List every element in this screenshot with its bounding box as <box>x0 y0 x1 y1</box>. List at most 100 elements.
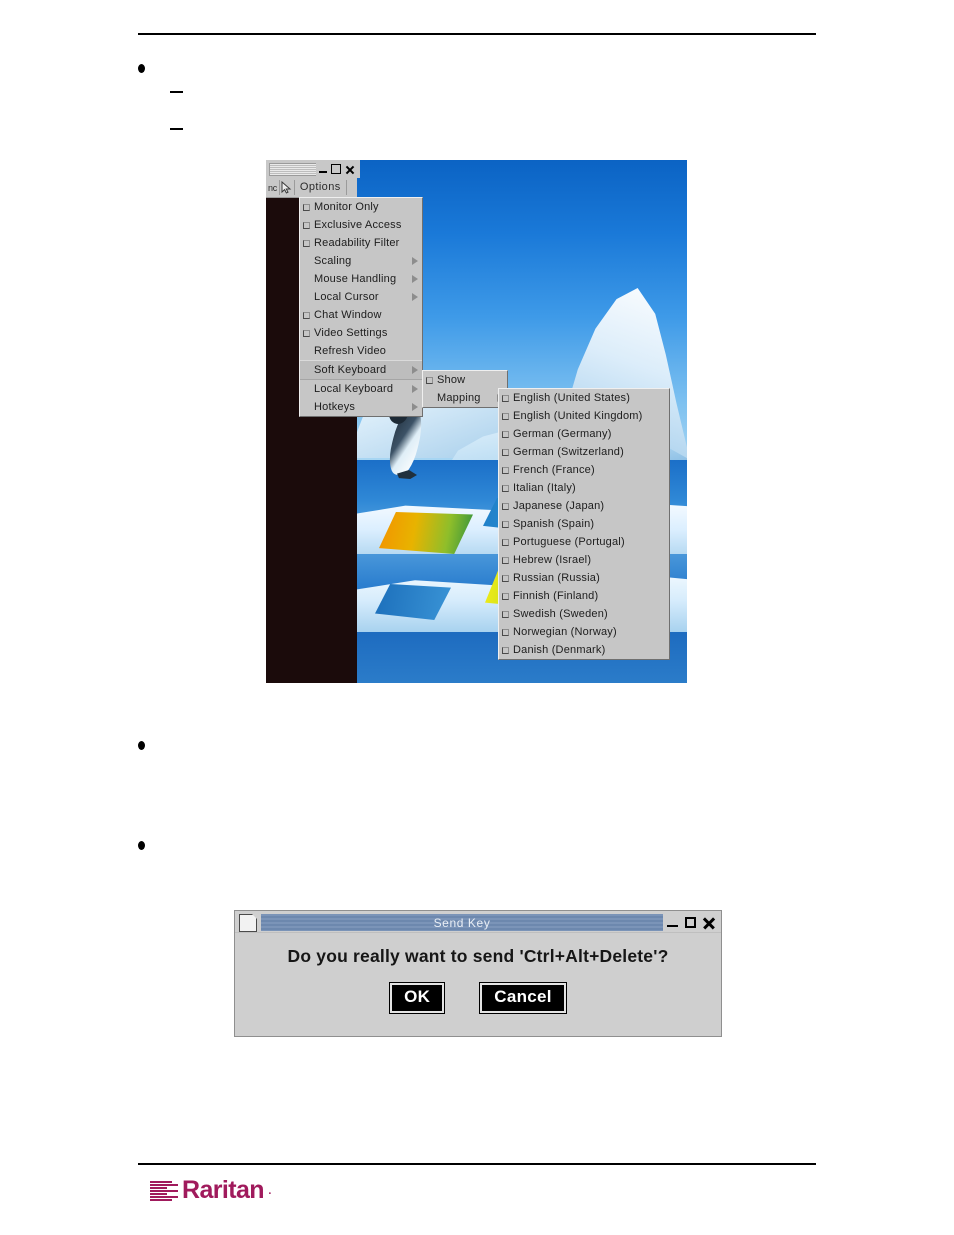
language-item-13[interactable]: Norwegian (Norway) <box>499 623 669 641</box>
options-menu-item-11[interactable]: Hotkeys <box>300 398 422 416</box>
options-menu-button[interactable]: Options <box>293 180 347 195</box>
options-menu-item-10[interactable]: Local Keyboard <box>300 380 422 398</box>
language-item-9[interactable]: Hebrew (Israel) <box>499 551 669 569</box>
checkbox-icon[interactable] <box>502 448 509 456</box>
menu-indent-spacer <box>303 294 310 301</box>
language-item-14[interactable]: Danish (Denmark) <box>499 641 669 659</box>
checkbox-icon[interactable] <box>502 520 509 528</box>
sub-dash-marker <box>170 91 183 93</box>
menu-item-label: English (United States) <box>513 392 631 404</box>
minimize-icon[interactable] <box>667 924 678 928</box>
maximize-icon[interactable] <box>685 917 696 928</box>
menu-item-label: Mouse Handling <box>314 273 397 285</box>
close-icon[interactable] <box>345 165 354 174</box>
checkbox-icon[interactable] <box>303 239 310 247</box>
language-item-3[interactable]: German (Switzerland) <box>499 443 669 461</box>
checkbox-icon[interactable] <box>502 610 509 618</box>
submenu-arrow-icon <box>412 385 418 393</box>
language-item-2[interactable]: German (Germany) <box>499 425 669 443</box>
raritan-logo-icon <box>150 1180 178 1201</box>
keyboard-mapping-language-menu[interactable]: English (United States) English (United K… <box>498 388 670 660</box>
minimize-icon[interactable] <box>319 171 327 173</box>
menu-indent-spacer <box>303 404 310 411</box>
ok-button[interactable]: OK <box>389 982 446 1014</box>
header-rule <box>138 33 816 35</box>
checkbox-icon[interactable] <box>502 556 509 564</box>
menu-item-label: Monitor Only <box>314 201 379 213</box>
menubar-truncated-label: nc <box>268 182 277 193</box>
submenu-arrow-icon <box>412 257 418 265</box>
checkbox-icon[interactable] <box>303 203 310 211</box>
checkbox-icon[interactable] <box>502 646 509 654</box>
maximize-icon[interactable] <box>331 164 341 174</box>
dialog-message: Do you really want to send 'Ctrl+Alt+Del… <box>287 946 669 966</box>
menu-item-label: Russian (Russia) <box>513 572 600 584</box>
options-menu-item-3[interactable]: Scaling <box>300 252 422 270</box>
soft-keyboard-item-1[interactable]: Mapping <box>423 389 507 407</box>
soft-keyboard-item-0[interactable]: Show <box>423 371 507 389</box>
checkbox-icon[interactable] <box>303 221 310 229</box>
menu-item-label: Hebrew (Israel) <box>513 554 592 566</box>
menu-item-label: Hotkeys <box>314 401 356 413</box>
menu-item-label: Readability Filter <box>314 237 400 249</box>
options-menu-item-6[interactable]: Chat Window <box>300 306 422 324</box>
window-icon <box>239 913 257 932</box>
options-menu-item-5[interactable]: Local Cursor <box>300 288 422 306</box>
language-item-4[interactable]: French (France) <box>499 461 669 479</box>
checkbox-icon[interactable] <box>303 311 310 319</box>
checkbox-icon[interactable] <box>502 538 509 546</box>
language-item-12[interactable]: Swedish (Sweden) <box>499 605 669 623</box>
checkbox-icon[interactable] <box>426 376 433 384</box>
menu-item-label: Spanish (Spain) <box>513 518 595 530</box>
language-item-8[interactable]: Portuguese (Portugal) <box>499 533 669 551</box>
checkbox-icon[interactable] <box>502 592 509 600</box>
options-menu-item-9[interactable]: Soft Keyboard <box>300 360 422 380</box>
cancel-button[interactable]: Cancel <box>479 982 567 1014</box>
sub-dash-marker <box>170 128 183 130</box>
dialog-title-bar: Send Key <box>235 911 721 933</box>
dialog-window-controls[interactable] <box>667 917 717 929</box>
document-page: nc Options Monitor Only Exclusive Access R… <box>0 0 954 1235</box>
menu-indent-spacer <box>303 386 310 393</box>
checkbox-icon[interactable] <box>502 430 509 438</box>
kvm-client-screenshot: nc Options Monitor Only Exclusive Access R… <box>266 160 687 683</box>
kvm-window-controls[interactable] <box>316 160 360 178</box>
language-item-7[interactable]: Spanish (Spain) <box>499 515 669 533</box>
checkbox-icon[interactable] <box>502 502 509 510</box>
checkbox-icon[interactable] <box>502 394 509 402</box>
options-menu-item-0[interactable]: Monitor Only <box>300 198 422 216</box>
language-item-6[interactable]: Japanese (Japan) <box>499 497 669 515</box>
options-menu-item-8[interactable]: Refresh Video <box>300 342 422 360</box>
language-item-11[interactable]: Finnish (Finland) <box>499 587 669 605</box>
language-item-10[interactable]: Russian (Russia) <box>499 569 669 587</box>
language-item-0[interactable]: English (United States) <box>499 389 669 407</box>
checkbox-icon[interactable] <box>303 329 310 337</box>
options-menu-item-2[interactable]: Readability Filter <box>300 234 422 252</box>
checkbox-icon[interactable] <box>502 484 509 492</box>
menu-item-label: Japanese (Japan) <box>513 500 605 512</box>
menu-item-label: German (Switzerland) <box>513 446 624 458</box>
close-icon[interactable] <box>703 917 715 929</box>
options-dropdown-menu[interactable]: Monitor Only Exclusive Access Readability … <box>299 197 423 417</box>
options-menu-item-4[interactable]: Mouse Handling <box>300 270 422 288</box>
checkbox-icon[interactable] <box>502 628 509 636</box>
menu-item-label: English (United Kingdom) <box>513 410 643 422</box>
kvm-menu-bar: nc Options <box>266 178 357 198</box>
menu-item-label: Local Cursor <box>314 291 379 303</box>
menu-indent-spacer <box>303 258 310 265</box>
options-menu-item-1[interactable]: Exclusive Access <box>300 216 422 234</box>
options-menu-item-7[interactable]: Video Settings <box>300 324 422 342</box>
send-key-dialog: Send Key Do you really want to send 'Ctr… <box>234 910 722 1037</box>
language-item-5[interactable]: Italian (Italy) <box>499 479 669 497</box>
checkbox-icon[interactable] <box>502 466 509 474</box>
menu-item-label: Finnish (Finland) <box>513 590 599 602</box>
menu-item-label: Show <box>437 374 466 386</box>
language-item-1[interactable]: English (United Kingdom) <box>499 407 669 425</box>
checkbox-icon[interactable] <box>502 574 509 582</box>
soft-keyboard-submenu[interactable]: Show Mapping <box>422 370 508 408</box>
submenu-arrow-icon <box>412 293 418 301</box>
penguin-figure <box>384 400 428 498</box>
checkbox-icon[interactable] <box>502 412 509 420</box>
submenu-arrow-icon <box>412 403 418 411</box>
menu-indent-spacer <box>303 367 310 374</box>
